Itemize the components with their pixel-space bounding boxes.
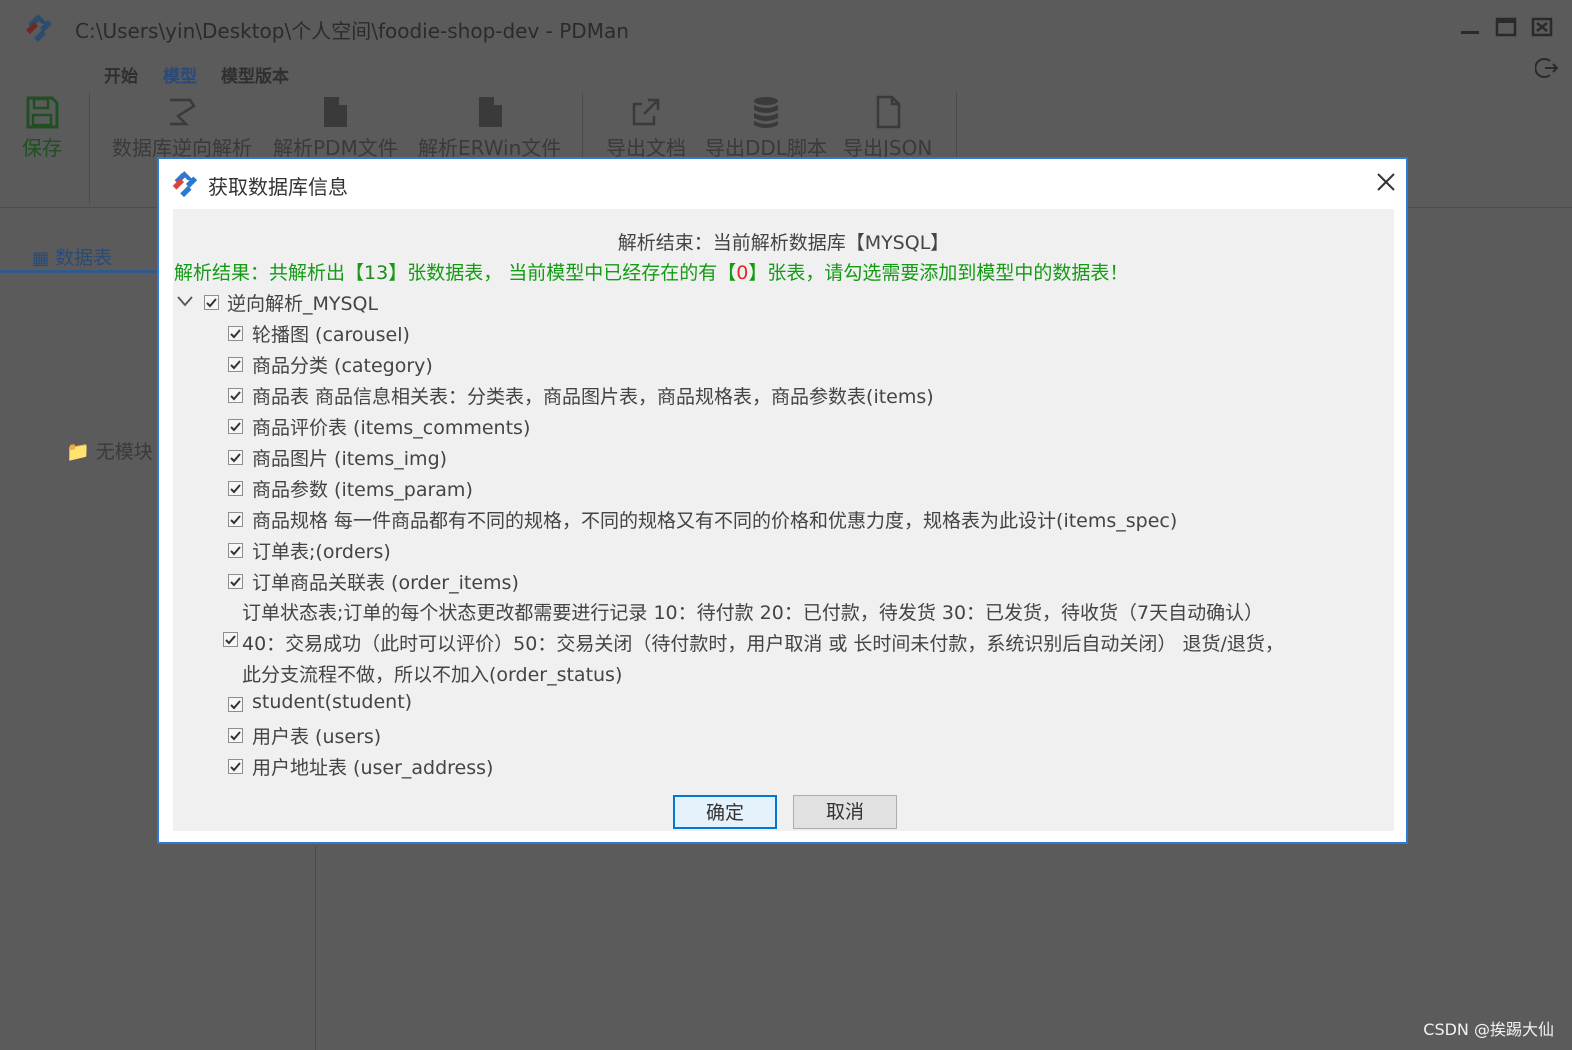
checkmark-icon bbox=[206, 298, 217, 308]
table-label-line2: 40：交易成功（此时可以评价）50：交易关闭（待付款时，用户取消 或 长时间未付… bbox=[242, 633, 1284, 655]
dialog-body: 解析结束：当前解析数据库【MYSQL】 解析结果：共解析出【13】张数据表， 当… bbox=[173, 209, 1394, 831]
table-label: 订单表;(orders) bbox=[252, 541, 391, 563]
checkmark-icon bbox=[230, 484, 241, 494]
add-folder-icon: 📁 bbox=[66, 441, 90, 463]
table-checkbox[interactable] bbox=[228, 419, 243, 434]
pdman-logo-icon bbox=[172, 170, 198, 198]
ribbon-divider bbox=[89, 92, 90, 204]
checkmark-icon bbox=[230, 577, 241, 587]
checkmark-icon bbox=[230, 515, 241, 525]
tab-tables[interactable]: ▦ 数据表 bbox=[32, 243, 112, 270]
checkmark-icon bbox=[230, 360, 241, 370]
chevron-down-icon[interactable] bbox=[175, 291, 195, 311]
table-checkbox[interactable] bbox=[228, 326, 243, 341]
reverse-db-button[interactable]: 数据库逆向解析 bbox=[112, 94, 252, 161]
table-checkbox[interactable] bbox=[228, 574, 243, 589]
table-checkbox[interactable] bbox=[223, 632, 238, 647]
empty-module-placeholder[interactable]: 📁 无模块 bbox=[66, 437, 153, 464]
panel-divider bbox=[315, 846, 316, 1050]
checkmark-icon bbox=[230, 546, 241, 556]
watermark: CSDN @挨踢大仙 bbox=[1423, 1020, 1554, 1039]
maximize-icon[interactable] bbox=[1495, 16, 1517, 38]
table-label: 商品表 商品信息相关表：分类表，商品图片表，商品规格表，商品参数表(items) bbox=[252, 386, 934, 408]
table-checkbox[interactable] bbox=[228, 697, 243, 712]
table-label-line1: 订单状态表;订单的每个状态更改都需要进行记录 10：待付款 20：已付款，待发货… bbox=[242, 602, 1264, 624]
close-window-icon[interactable] bbox=[1531, 16, 1553, 38]
ok-button[interactable]: 确定 bbox=[673, 795, 777, 829]
table-checkbox[interactable] bbox=[228, 357, 243, 372]
title-bar: C:\Users\yin\Desktop\个人空间\foodie-shop-de… bbox=[0, 0, 1572, 56]
cancel-button[interactable]: 取消 bbox=[793, 795, 897, 829]
checkmark-icon bbox=[230, 391, 241, 401]
checkmark-icon bbox=[230, 422, 241, 432]
table-label: 商品评价表 (items_comments) bbox=[252, 417, 531, 439]
grid-icon: ▦ bbox=[32, 248, 50, 269]
window-title: C:\Users\yin\Desktop\个人空间\foodie-shop-de… bbox=[75, 19, 629, 43]
table-checkbox[interactable] bbox=[228, 450, 243, 465]
tree-root-checkbox[interactable] bbox=[204, 295, 219, 310]
menu-tab-model[interactable]: 模型 bbox=[163, 62, 197, 87]
menu-tab-model-version[interactable]: 模型版本 bbox=[221, 62, 289, 87]
result-existing-count: 0 bbox=[736, 262, 749, 284]
checkmark-icon bbox=[230, 700, 241, 710]
pdman-logo-icon bbox=[26, 14, 52, 42]
table-label: 订单商品关联表 (order_items) bbox=[252, 572, 519, 594]
table-checkbox[interactable] bbox=[228, 543, 243, 558]
table-label: 用户表 (users) bbox=[252, 726, 382, 748]
minimize-icon[interactable] bbox=[1459, 16, 1481, 38]
tab-active-indicator bbox=[0, 270, 157, 273]
close-icon[interactable] bbox=[1373, 169, 1399, 195]
table-label: 用户地址表 (user_address) bbox=[252, 757, 494, 779]
table-label: 商品规格 每一件商品都有不同的规格，不同的规格又有不同的价格和优惠力度，规格表为… bbox=[252, 510, 1178, 532]
json-file-icon bbox=[876, 95, 900, 129]
result-middle: 】张数据表， 当前模型中已经存在的有【 bbox=[388, 262, 737, 284]
tab-tables-label: 数据表 bbox=[55, 247, 113, 269]
save-icon bbox=[26, 96, 59, 129]
erwin-file-icon bbox=[478, 97, 502, 127]
logout-icon[interactable] bbox=[1535, 56, 1559, 80]
checkmark-icon bbox=[230, 453, 241, 463]
parse-summary: 解析结束：当前解析数据库【MYSQL】 bbox=[617, 232, 950, 254]
export-json-button[interactable]: 导出JSON bbox=[843, 94, 932, 161]
pdm-file-icon bbox=[324, 97, 348, 127]
export-ddl-button[interactable]: 导出DDL脚本 bbox=[705, 94, 827, 161]
table-checkbox[interactable] bbox=[228, 759, 243, 774]
checkmark-icon bbox=[225, 635, 236, 645]
database-icon bbox=[753, 97, 778, 128]
result-suffix: 】张表，请勾选需要添加到模型中的数据表！ bbox=[748, 262, 1129, 284]
table-label: 轮播图 (carousel) bbox=[252, 324, 410, 346]
dialog-title: 获取数据库信息 bbox=[208, 175, 348, 199]
table-label: 商品参数 (items_param) bbox=[252, 479, 473, 501]
export-icon bbox=[632, 98, 660, 126]
table-checkbox[interactable] bbox=[228, 481, 243, 496]
table-label: 商品分类 (category) bbox=[252, 355, 433, 377]
table-label: student(student) bbox=[252, 691, 413, 713]
parse-pdm-button[interactable]: 解析PDM文件 bbox=[273, 94, 398, 161]
tree-root-label: 逆向解析_MYSQL bbox=[227, 293, 379, 315]
checkmark-icon bbox=[230, 731, 241, 741]
parse-result: 解析结果：共解析出【13】张数据表， 当前模型中已经存在的有【0】张表，请勾选需… bbox=[174, 258, 1128, 285]
export-doc-button[interactable]: 导出文档 bbox=[606, 94, 686, 161]
table-checkbox[interactable] bbox=[228, 388, 243, 403]
table-label-line3: 此分支流程不做，所以不加入(order_status) bbox=[242, 664, 623, 686]
get-database-info-dialog: 获取数据库信息 解析结束：当前解析数据库【MYSQL】 解析结果：共解析出【13… bbox=[157, 157, 1408, 844]
result-prefix: 解析结果：共解析出【 bbox=[174, 262, 365, 284]
table-checkbox[interactable] bbox=[228, 728, 243, 743]
save-button[interactable]: 保存 bbox=[22, 94, 62, 161]
empty-module-label: 无模块 bbox=[95, 441, 153, 463]
result-count: 13 bbox=[364, 262, 389, 284]
menu-tab-start[interactable]: 开始 bbox=[104, 62, 138, 87]
reverse-parse-icon bbox=[170, 98, 196, 126]
checkmark-icon bbox=[230, 329, 241, 339]
table-checkbox[interactable] bbox=[228, 512, 243, 527]
save-label: 保存 bbox=[22, 136, 62, 160]
table-label: 商品图片 (items_img) bbox=[252, 448, 448, 470]
parse-erwin-button[interactable]: 解析ERWin文件 bbox=[418, 94, 561, 161]
checkmark-icon bbox=[230, 762, 241, 772]
